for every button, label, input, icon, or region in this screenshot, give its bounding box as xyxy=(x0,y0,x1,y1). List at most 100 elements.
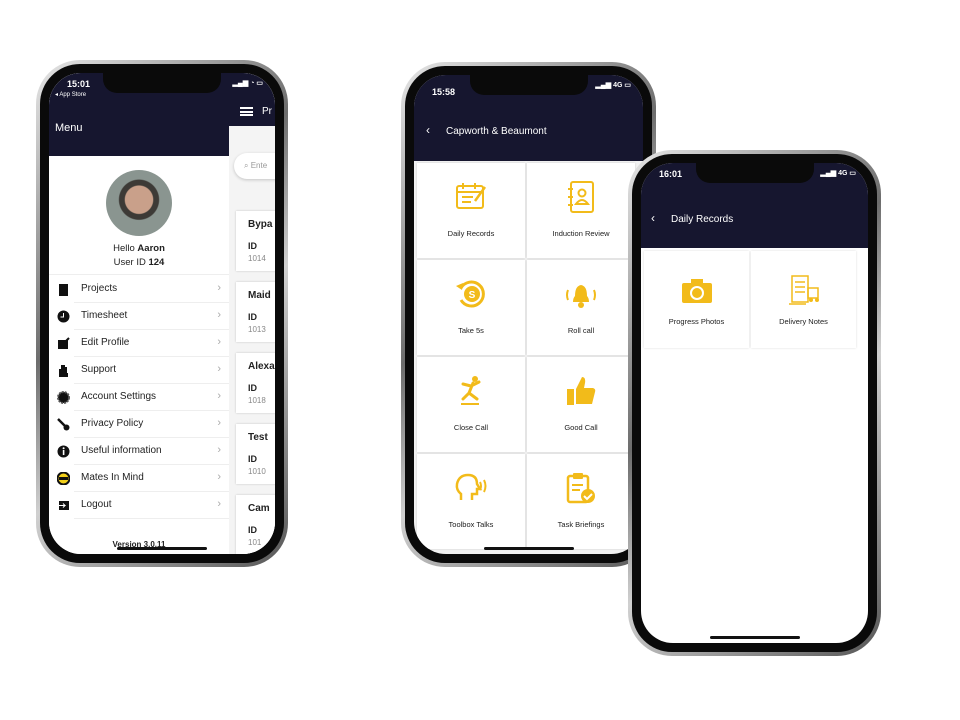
tile-label: Good Call xyxy=(564,423,598,432)
menu-title: Menu xyxy=(55,122,83,134)
chevron-right-icon: › xyxy=(217,498,221,510)
project-title: Cam xyxy=(248,503,270,514)
tile-toolbox-talks[interactable]: Toolbox Talks xyxy=(417,454,525,549)
status-time: 15:01 xyxy=(67,79,91,89)
tile-label: Roll call xyxy=(567,326,595,335)
search-input[interactable]: ⌕ Ente xyxy=(234,153,275,179)
tile-label: Induction Review xyxy=(552,229,610,238)
phone-menu: 15:01 ◂ App Store ▂▄▆ ◔ ▭ Pr ⌕ Ente Bypa… xyxy=(36,60,288,567)
tile-label: Take 5s xyxy=(458,326,484,335)
hamburger-icon[interactable] xyxy=(240,107,253,116)
greeting: Hello Aaron xyxy=(49,243,229,254)
menu-item-timesheet[interactable]: Timesheet › xyxy=(49,303,229,330)
greeting-prefix: Hello xyxy=(113,243,138,254)
menu-item-label: Mates In Mind xyxy=(81,472,144,483)
home-indicator[interactable] xyxy=(117,547,207,550)
network-type: 4G xyxy=(838,170,848,177)
back-chevron-icon[interactable]: ‹ xyxy=(651,211,655,225)
project-card[interactable]: Alexa ID 1018 xyxy=(236,353,275,413)
page-title: Capworth & Beaumont xyxy=(446,126,547,137)
key-icon xyxy=(57,418,70,431)
menu-item-mates-in-mind[interactable]: Mates In Mind › xyxy=(49,465,229,492)
project-title: Test xyxy=(248,432,268,443)
tile-daily-records[interactable]: Daily Records xyxy=(417,163,525,258)
delivery-truck-icon xyxy=(788,275,819,305)
id-label: ID xyxy=(248,454,257,464)
tile-take-5s[interactable]: S Take 5s xyxy=(417,260,525,355)
tile-good-call[interactable]: Good Call xyxy=(527,357,635,452)
contact-book-icon xyxy=(568,181,594,213)
tile-delivery-notes[interactable]: Delivery Notes xyxy=(751,251,856,348)
id-label: ID xyxy=(248,241,257,251)
id-label: ID xyxy=(248,383,257,393)
thumbs-up-icon xyxy=(567,377,596,405)
info-icon xyxy=(57,445,70,458)
project-id: 1018 xyxy=(248,396,266,405)
project-title: Alexa xyxy=(248,361,275,372)
page-title: Daily Records xyxy=(671,214,734,225)
edit-icon xyxy=(58,337,70,349)
clipboard-check-icon xyxy=(566,473,595,504)
project-title: Bypa xyxy=(248,219,273,230)
divider xyxy=(74,518,229,519)
phone-project-dashboard: 15:58 ▂▄▆ 4G ▭ ‹ Capworth & Beaumont Dai… xyxy=(401,62,656,567)
menu-item-label: Timesheet xyxy=(81,310,128,321)
phone-daily-records: 16:01 ▂▄▆ 4G ▭ ‹ Daily Records Progress … xyxy=(628,150,881,656)
project-card[interactable]: Maid ID 1013 xyxy=(236,282,275,342)
menu-item-useful-information[interactable]: Useful information › xyxy=(49,438,229,465)
tile-task-briefings[interactable]: Task Briefings xyxy=(527,454,635,549)
avatar[interactable] xyxy=(106,170,172,236)
chevron-right-icon: › xyxy=(217,471,221,483)
menu-item-account-settings[interactable]: Account Settings › xyxy=(49,384,229,411)
clock-icon xyxy=(57,310,70,323)
user-id-prefix: User ID xyxy=(113,257,149,268)
tile-label: Delivery Notes xyxy=(779,317,828,326)
tile-label: Close Call xyxy=(453,423,489,432)
project-id: 101 xyxy=(248,538,262,547)
slip-icon xyxy=(461,376,481,405)
menu-item-label: Edit Profile xyxy=(81,337,130,348)
tile-label: Progress Photos xyxy=(668,317,725,326)
signal-battery-icon: ▂▄▆ 4G ▭ xyxy=(820,170,856,177)
tile-label: Daily Records xyxy=(447,229,495,238)
status-bar: 16:01 ▂▄▆ 4G ▭ xyxy=(641,169,868,183)
network-type: 4G xyxy=(613,82,623,89)
project-card[interactable]: Test ID 1010 xyxy=(236,424,275,484)
menu-item-privacy-policy[interactable]: Privacy Policy › xyxy=(49,411,229,438)
svg-text:S: S xyxy=(469,290,476,301)
menu-item-label: Projects xyxy=(81,283,118,294)
chevron-right-icon: › xyxy=(217,390,221,402)
back-chevron-icon[interactable]: ‹ xyxy=(426,123,430,137)
menu-item-label: Logout xyxy=(81,499,112,510)
bell-icon xyxy=(566,285,596,308)
project-title: Maid xyxy=(248,290,271,301)
tile-induction-review[interactable]: Induction Review xyxy=(527,163,635,258)
camera-icon xyxy=(681,279,712,303)
tile-close-call[interactable]: Close Call xyxy=(417,357,525,452)
user-name: Aaron xyxy=(137,243,165,254)
project-card[interactable]: Cam ID 101 xyxy=(236,495,275,554)
mates-in-mind-icon xyxy=(57,472,70,485)
back-to-app-store[interactable]: ◂ App Store xyxy=(55,91,86,98)
chevron-right-icon: › xyxy=(217,444,221,456)
project-card[interactable]: Bypa ID 1014 xyxy=(236,211,275,271)
signal-wifi-battery-icon: ▂▄▆ ◔ ▭ xyxy=(232,80,263,87)
status-bar: 15:58 ▂▄▆ 4G ▭ xyxy=(414,81,643,97)
menu-drawer: Menu Hello Aaron User ID 124 Projects › Ti… xyxy=(49,73,229,554)
project-id: 1014 xyxy=(248,254,266,263)
project-id: 1013 xyxy=(248,325,266,334)
menu-item-support[interactable]: Support › xyxy=(49,357,229,384)
chevron-right-icon: › xyxy=(217,417,221,429)
home-indicator[interactable] xyxy=(483,547,574,550)
user-id-value: 124 xyxy=(148,257,165,268)
status-time: 15:58 xyxy=(432,87,456,97)
menu-item-edit-profile[interactable]: Edit Profile › xyxy=(49,330,229,357)
chevron-right-icon: › xyxy=(217,309,221,321)
home-indicator[interactable] xyxy=(709,636,800,639)
tile-roll-call[interactable]: Roll call xyxy=(527,260,635,355)
tile-progress-photos[interactable]: Progress Photos xyxy=(644,251,749,348)
dollar-refresh-icon: S xyxy=(456,280,485,308)
menu-item-projects[interactable]: Projects › xyxy=(49,276,229,303)
tile-label: Toolbox Talks xyxy=(448,520,494,529)
menu-item-logout[interactable]: Logout › xyxy=(49,492,229,519)
